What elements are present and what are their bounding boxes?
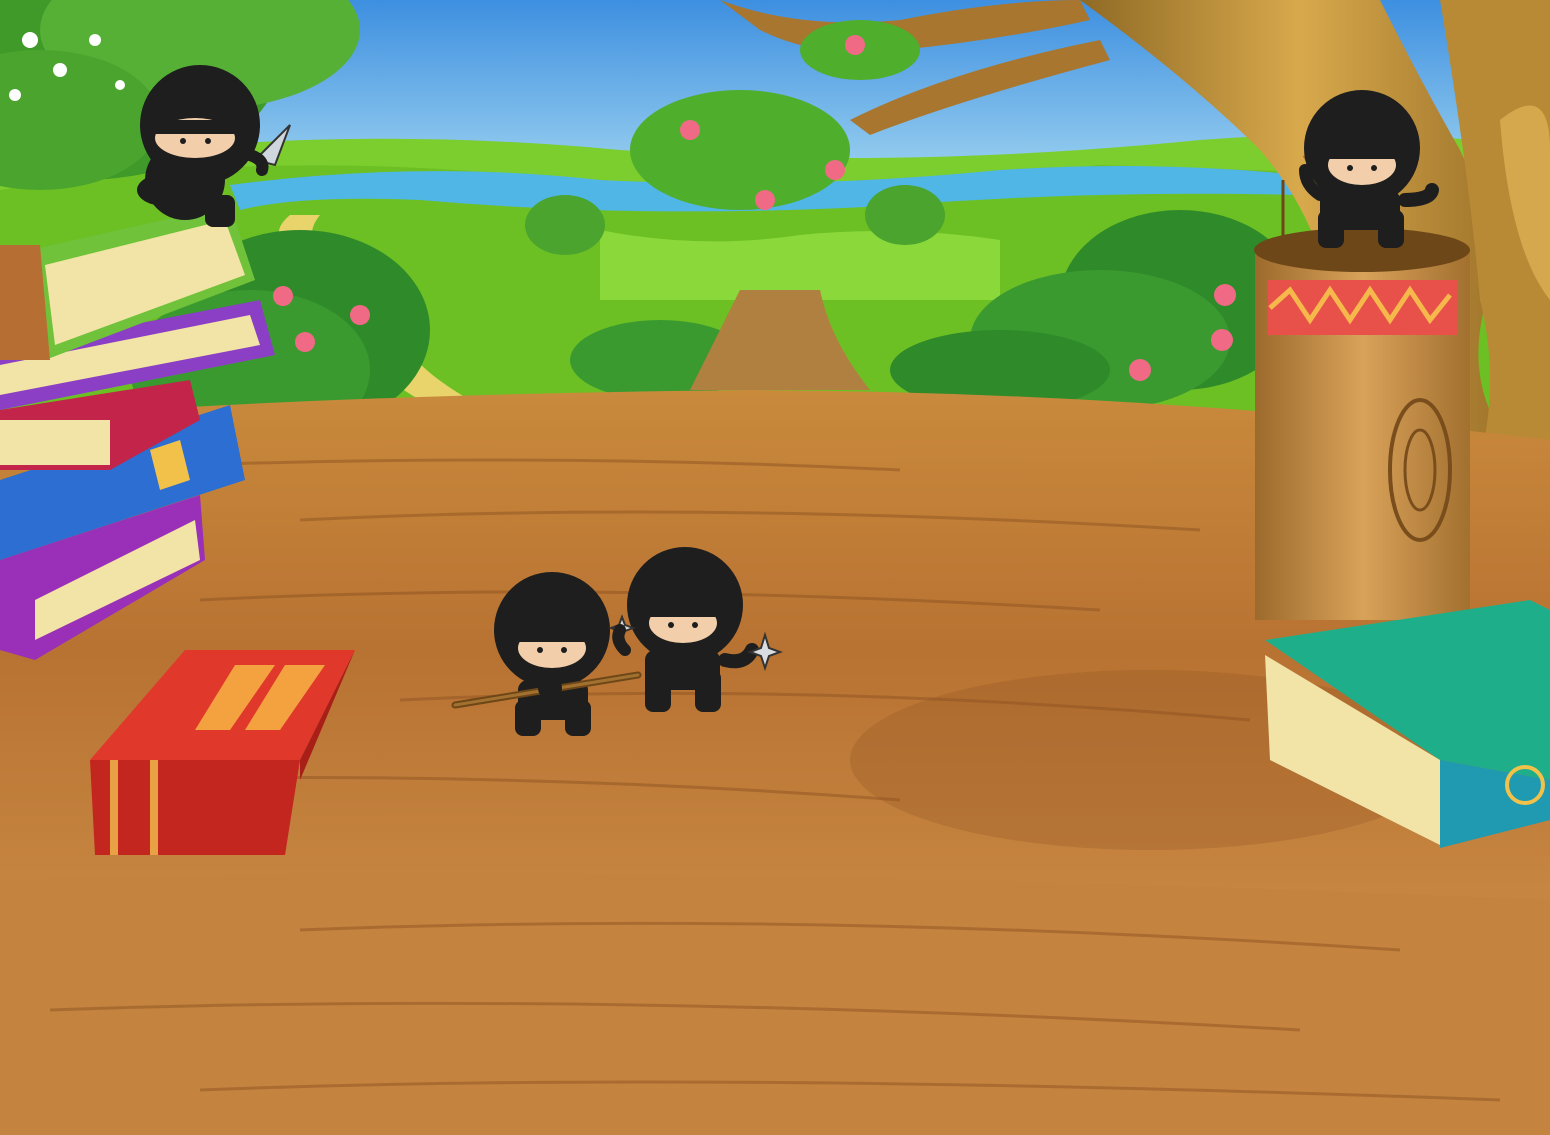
game-scene [0, 0, 1550, 1135]
tree-stump-right [1254, 228, 1470, 620]
